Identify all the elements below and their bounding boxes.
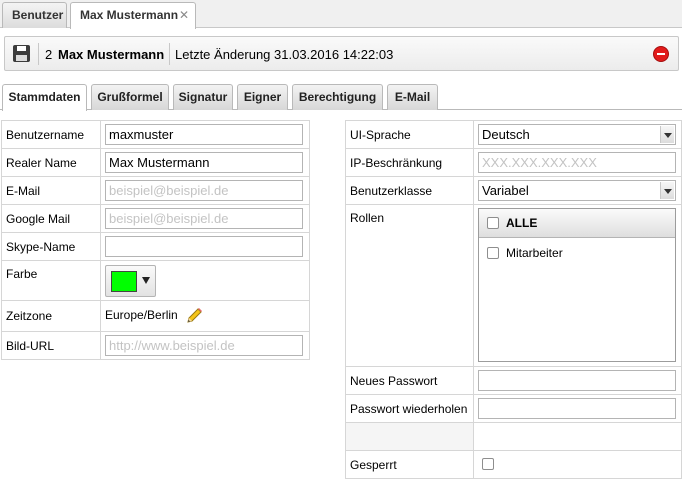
- ip-restriction-field[interactable]: [478, 152, 676, 173]
- ui-language-select[interactable]: Deutsch: [478, 124, 676, 145]
- stop-icon[interactable]: [653, 46, 669, 62]
- timezone-value: Europe/Berlin: [105, 308, 178, 323]
- repeat-password-field[interactable]: [478, 398, 676, 419]
- tab-berechtigung[interactable]: Berechtigung: [292, 84, 383, 110]
- image-url-field[interactable]: [105, 335, 303, 356]
- doc-tab-label: Benutzer: [12, 8, 64, 22]
- close-icon[interactable]: ✕: [179, 3, 189, 27]
- tab-label: Signatur: [178, 90, 228, 104]
- form-row-user-class: Benutzerklasse Variabel: [345, 176, 682, 205]
- tab-grussformel[interactable]: Grußformel: [91, 84, 169, 110]
- tab-label: Grußformel: [97, 90, 163, 104]
- field-label: Bild-URL: [1, 331, 101, 360]
- field-label: Realer Name: [1, 148, 101, 177]
- record-name: Max Mustermann: [58, 47, 165, 62]
- form-row-username: Benutzername: [1, 120, 310, 149]
- checkbox[interactable]: [487, 246, 499, 259]
- form-row-google-mail: Google Mail: [1, 204, 310, 233]
- divider: [169, 43, 170, 65]
- left-form: Benutzername Realer Name E-Mail Google M…: [1, 120, 310, 360]
- field-label: Neues Passwort: [345, 366, 474, 395]
- doc-tab-benutzer[interactable]: Benutzer: [2, 2, 67, 28]
- form-row-ui-language: UI-Sprache Deutsch: [345, 120, 682, 149]
- document-tab-bar: Benutzer Max Mustermann ✕: [0, 0, 682, 29]
- field-label: Skype-Name: [1, 232, 101, 261]
- field-label: UI-Sprache: [345, 120, 474, 149]
- right-form: UI-Sprache Deutsch IP-Beschränkung Benut…: [345, 120, 682, 479]
- new-password-field[interactable]: [478, 370, 676, 391]
- form-row-realname: Realer Name: [1, 148, 310, 177]
- empty-cell: [473, 422, 682, 451]
- field-label: Zeitzone: [1, 300, 101, 332]
- select-value: Variabel: [482, 183, 529, 198]
- save-icon[interactable]: [13, 45, 30, 62]
- chevron-down-icon: [660, 182, 674, 199]
- form-row-skype: Skype-Name: [1, 232, 310, 261]
- form-row-locked: Gesperrt: [345, 450, 682, 479]
- form-row-color: Farbe: [1, 260, 310, 301]
- roles-list: ALLE Mitarbeiter: [478, 208, 676, 362]
- field-label: Gesperrt: [345, 450, 474, 479]
- field-label: Rollen: [345, 204, 474, 367]
- field-label: Farbe: [1, 260, 101, 301]
- google-mail-field[interactable]: [105, 208, 303, 229]
- tab-signatur[interactable]: Signatur: [173, 84, 233, 110]
- doc-tab-label: Max Mustermann: [80, 8, 179, 22]
- field-label: IP-Beschränkung: [345, 148, 474, 177]
- skype-field[interactable]: [105, 236, 303, 257]
- tab-stammdaten[interactable]: Stammdaten: [2, 84, 87, 111]
- field-label: Passwort wiederholen: [345, 394, 474, 423]
- tab-label: Eigner: [243, 90, 282, 104]
- form-row-ip-restriction: IP-Beschränkung: [345, 148, 682, 177]
- record-id: 2: [45, 47, 53, 62]
- form-tab-bar: Stammdaten Grußformel Signatur Eigner Be…: [0, 84, 682, 111]
- field-label: Google Mail: [1, 204, 101, 233]
- empty-cell: [345, 422, 474, 451]
- realname-field[interactable]: [105, 152, 303, 173]
- field-label: E-Mail: [1, 176, 101, 205]
- dropdown-arrow-icon: [142, 276, 150, 284]
- tab-eigner[interactable]: Eigner: [237, 84, 288, 110]
- form-row-image-url: Bild-URL: [1, 331, 310, 360]
- form-row-roles: Rollen ALLE Mitarbeiter: [345, 204, 682, 367]
- user-class-select[interactable]: Variabel: [478, 180, 676, 201]
- select-all-label: ALLE: [506, 216, 538, 230]
- email-field[interactable]: [105, 180, 303, 201]
- doc-tab-max-mustermann[interactable]: Max Mustermann ✕: [70, 2, 196, 29]
- roles-select-all[interactable]: ALLE: [479, 209, 675, 238]
- select-value: Deutsch: [482, 127, 530, 142]
- tab-label: Stammdaten: [8, 90, 81, 104]
- field-label: Benutzername: [1, 120, 101, 149]
- list-item[interactable]: Mitarbeiter: [479, 238, 675, 268]
- form-row-email: E-Mail: [1, 176, 310, 205]
- form-row-new-password: Neues Passwort: [345, 366, 682, 395]
- record-header: 2 Max Mustermann Letzte Änderung 31.03.2…: [4, 36, 679, 71]
- form-row-empty: [345, 422, 682, 451]
- form-row-repeat-password: Passwort wiederholen: [345, 394, 682, 423]
- field-label: Benutzerklasse: [345, 176, 474, 205]
- username-field[interactable]: [105, 124, 303, 145]
- chevron-down-icon: [660, 126, 674, 143]
- tab-label: Berechtigung: [298, 90, 377, 104]
- tab-label: E-Mail: [394, 90, 431, 104]
- form-row-timezone: Zeitzone Europe/Berlin: [1, 300, 310, 332]
- color-swatch: [111, 270, 137, 292]
- tab-e-mail[interactable]: E-Mail: [387, 84, 438, 110]
- divider: [38, 43, 39, 65]
- locked-checkbox[interactable]: [482, 458, 494, 471]
- role-label: Mitarbeiter: [506, 246, 563, 260]
- color-picker[interactable]: [105, 264, 156, 297]
- last-change-text: Letzte Änderung 31.03.2016 14:22:03: [175, 47, 394, 62]
- checkbox[interactable]: [487, 216, 499, 229]
- pencil-icon[interactable]: [184, 306, 204, 326]
